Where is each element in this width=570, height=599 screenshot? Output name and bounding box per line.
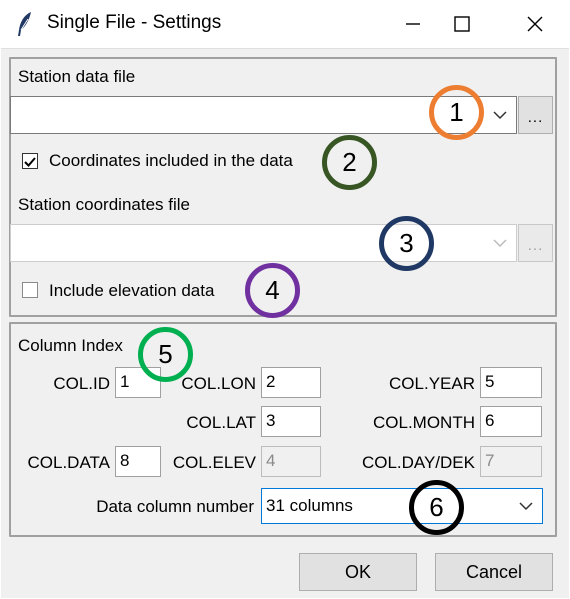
annotation-number: 5	[158, 339, 173, 369]
col-month-label: COL.MONTH	[373, 413, 475, 432]
feather-icon	[18, 12, 31, 36]
col-data-input[interactable]: 8	[115, 446, 161, 477]
coords-included-label: Coordinates included in the data	[49, 151, 293, 170]
col-month-input[interactable]: 6	[480, 406, 542, 437]
col-lon-input[interactable]: 2	[261, 367, 321, 398]
cancel-button[interactable]: Cancel	[435, 553, 553, 591]
col-year-label: COL.YEAR	[389, 374, 475, 393]
col-daydek-label: COL.DAY/DEK	[361, 453, 475, 472]
column-index-title: Column Index	[18, 336, 123, 355]
col-lat-input[interactable]: 3	[261, 406, 321, 437]
annotation-badge: 6	[409, 480, 464, 535]
data-column-number-value: 31 columns	[266, 496, 353, 515]
chevron-down-icon[interactable]	[510, 489, 542, 523]
col-daydek-input[interactable]: 7	[480, 446, 542, 477]
window-title: Single File - Settings	[47, 12, 222, 33]
close-button[interactable]	[510, 0, 560, 48]
annotation-badge: 2	[322, 135, 377, 190]
annotation-badge: 1	[429, 85, 484, 140]
annotation-number: 6	[429, 492, 444, 522]
annotation-number: 3	[399, 228, 414, 258]
close-icon	[527, 16, 543, 32]
col-id-label: COL.ID	[53, 374, 110, 393]
col-elev-input[interactable]: 4	[261, 446, 321, 477]
station-data-label: Station data file	[18, 67, 136, 86]
annotation-number: 2	[342, 147, 357, 177]
checkmark-icon	[24, 157, 36, 167]
include-elevation-label: Include elevation data	[49, 281, 215, 300]
station-coords-browse-button[interactable]: ...	[518, 224, 553, 262]
annotation-badge: 4	[245, 263, 300, 318]
station-coords-combobox[interactable]	[10, 224, 517, 262]
ok-button[interactable]: OK	[299, 553, 417, 591]
station-coords-label: Station coordinates file	[18, 195, 190, 214]
annotation-number: 4	[265, 275, 280, 305]
col-data-label: COL.DATA	[27, 453, 111, 472]
chevron-down-icon[interactable]	[484, 97, 516, 133]
station-data-browse-button[interactable]: ...	[518, 96, 553, 134]
col-elev-label: COL.ELEV	[172, 453, 256, 472]
data-column-number-label: Data column number	[96, 497, 254, 516]
data-column-number-combobox[interactable]: 31 columns	[261, 488, 543, 524]
title-bar: Single File - Settings	[0, 0, 570, 48]
annotation-number: 1	[449, 97, 464, 127]
minimize-button[interactable]	[388, 0, 438, 48]
annotation-badge: 3	[379, 216, 434, 271]
maximize-button[interactable]	[437, 0, 487, 48]
coords-included-checkbox[interactable]	[22, 153, 38, 169]
include-elevation-checkbox[interactable]	[22, 282, 38, 298]
maximize-icon	[454, 16, 470, 32]
col-lat-label: COL.LAT	[186, 413, 256, 432]
chevron-down-icon[interactable]	[484, 225, 516, 261]
col-year-input[interactable]: 5	[480, 367, 542, 398]
minimize-icon	[406, 23, 420, 25]
annotation-badge: 5	[138, 327, 193, 382]
